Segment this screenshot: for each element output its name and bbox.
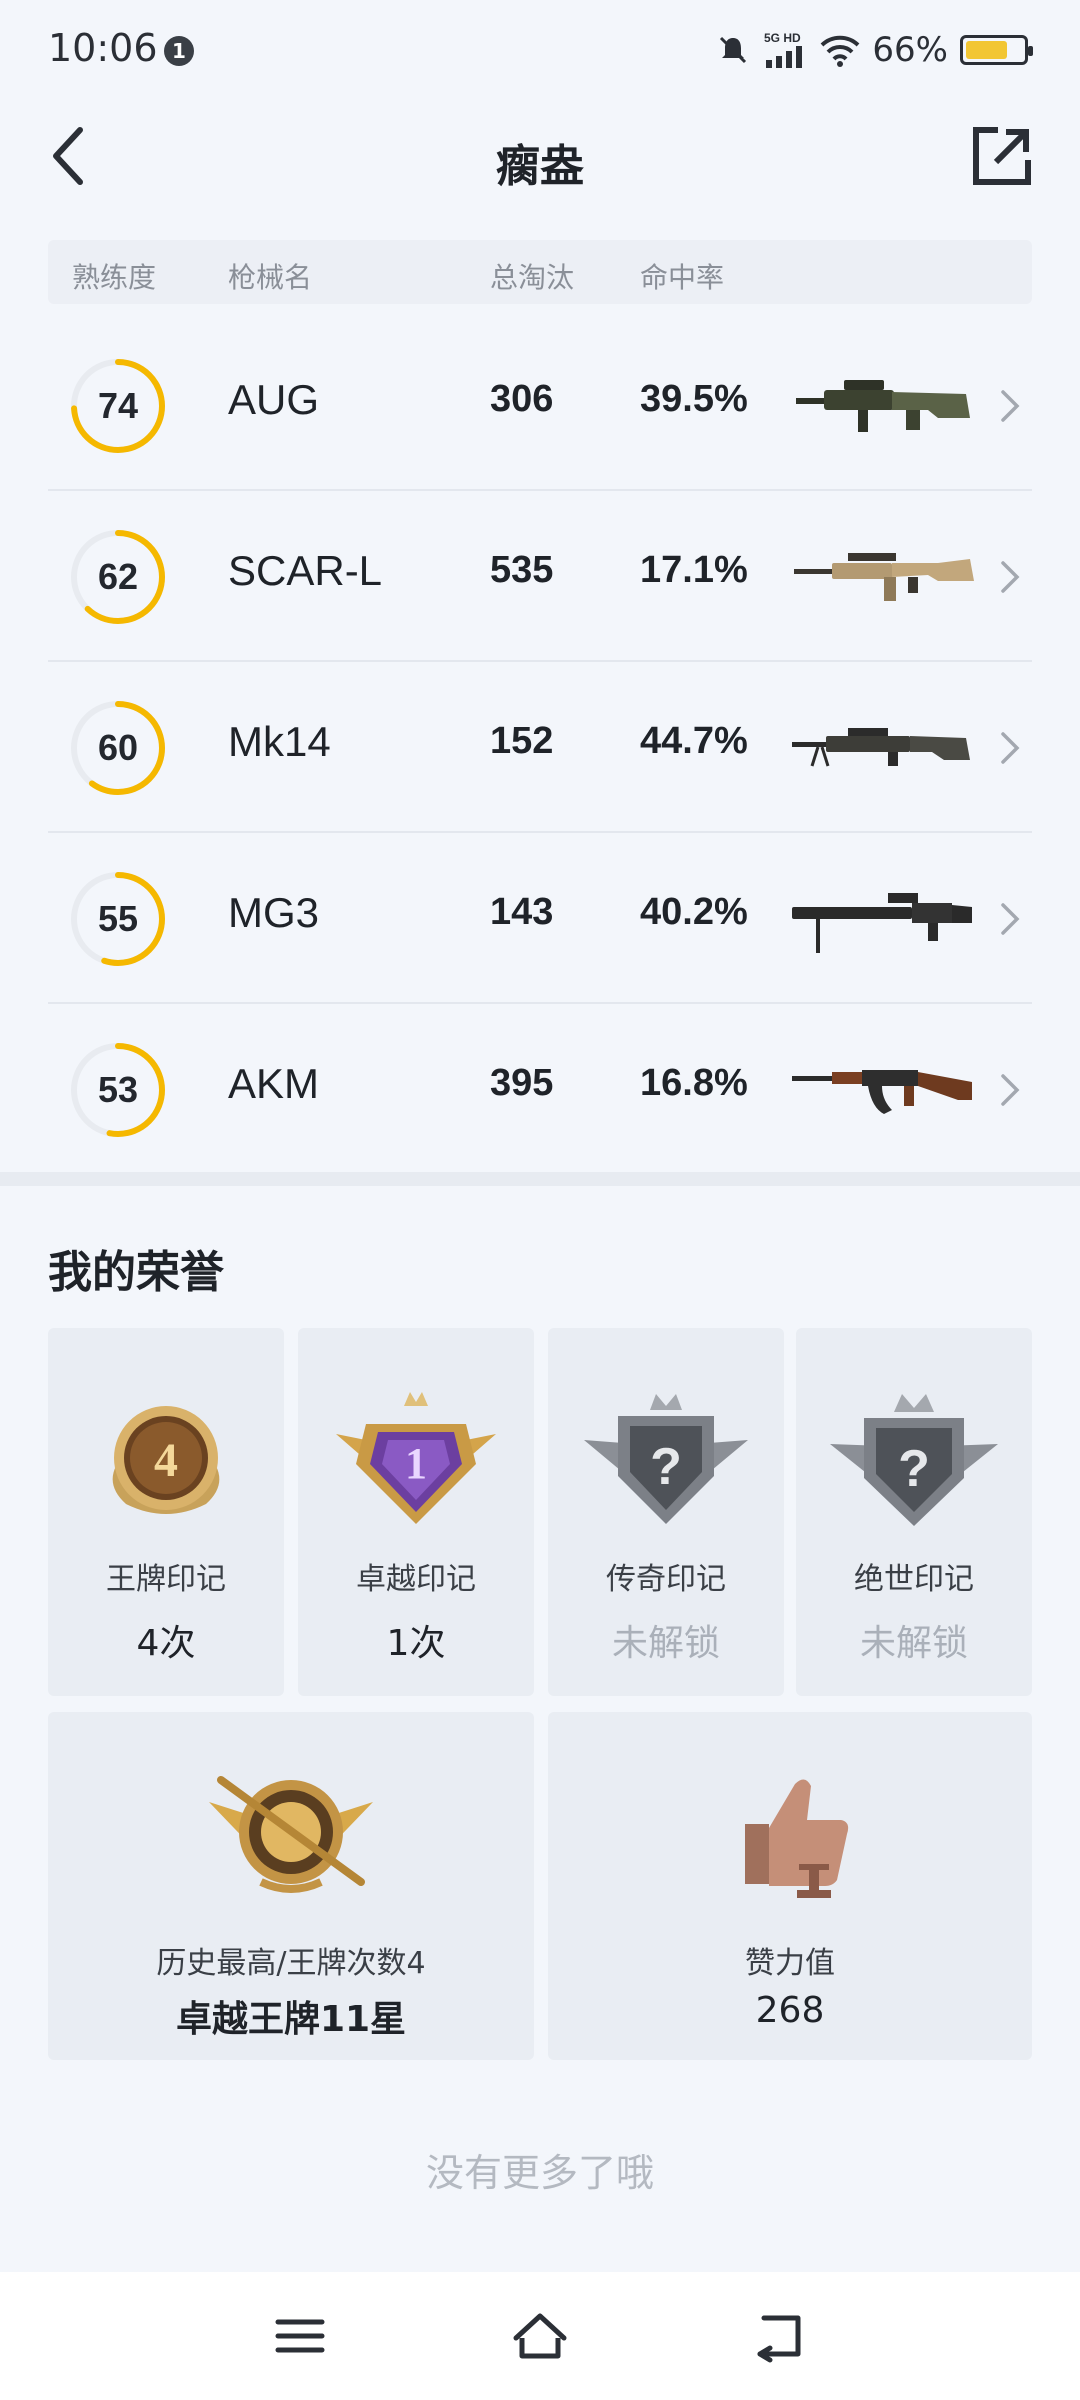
header: 瘸盎 <box>0 100 1080 212</box>
mk14-rifle-icon <box>792 728 970 767</box>
chevron-right-icon[interactable] <box>998 386 1022 426</box>
mg3-gun-icon <box>792 893 972 953</box>
menu-icon[interactable] <box>270 2308 330 2364</box>
ace-badge-icon: 4 <box>112 1406 220 1514</box>
unmatched-badge-icon: ? <box>830 1394 998 1526</box>
badge-card-legend[interactable]: ? 传奇印记 未解锁 <box>548 1328 784 1696</box>
system-nav-bar <box>0 2272 1080 2400</box>
weapon-kills: 306 <box>490 378 554 420</box>
home-icon[interactable] <box>510 2308 570 2364</box>
excellence-badge-icon: 1 <box>336 1392 496 1524</box>
status-bar: 10:06 1 5G HD 66% <box>0 0 1080 100</box>
weapon-name: Mk14 <box>228 718 331 765</box>
proficiency-value: 74 <box>97 385 139 426</box>
battery-fill <box>966 41 1007 59</box>
mute-bell-icon <box>720 36 747 64</box>
legend-badge-icon: ? <box>584 1394 748 1524</box>
status-icons: 5G HD 66% <box>716 28 1033 72</box>
likes-value: 268 <box>755 1990 825 2031</box>
badge-label: 绝世印记 <box>854 1562 974 1597</box>
wifi-icon <box>821 35 860 67</box>
section-divider <box>0 1172 1080 1186</box>
highest-tier-label: 历史最高/王牌次数4 <box>156 1946 426 1981</box>
highest-tier-card[interactable]: 历史最高/王牌次数4 卓越王牌11星 <box>48 1712 534 2060</box>
badge-value: 4次 <box>136 1623 196 1664</box>
weapon-kills: 143 <box>490 891 554 933</box>
weapon-row-akm[interactable]: 53 AKM 395 16.8% <box>48 1004 1032 1175</box>
scar-rifle-icon <box>794 553 974 601</box>
badge-value: 未解锁 <box>859 1623 968 1664</box>
proficiency-value: 60 <box>97 727 139 768</box>
battery-icon <box>960 35 1033 65</box>
page-title: 瘸盎 <box>496 141 584 192</box>
weapon-hit-rate: 40.2% <box>640 891 748 933</box>
share-icon[interactable] <box>968 122 1036 190</box>
header-weapon-name: 枪械名 <box>228 261 313 294</box>
weapon-row-aug[interactable]: 74 AUG 306 39.5% <box>48 320 1032 491</box>
chevron-right-icon[interactable] <box>998 1070 1022 1110</box>
proficiency-value: 53 <box>97 1069 139 1110</box>
weapon-name: AUG <box>228 376 320 423</box>
badge-value: 1次 <box>386 1623 446 1664</box>
weapon-row-scar-l[interactable]: 62 SCAR-L 535 17.1% <box>48 491 1032 662</box>
badge-value: 未解锁 <box>611 1623 720 1664</box>
proficiency-value: 62 <box>97 556 139 597</box>
badge-card-ace[interactable]: 4 王牌印记 4次 <box>48 1328 284 1696</box>
weapon-hit-rate: 16.8% <box>640 1062 748 1104</box>
badge-label: 传奇印记 <box>606 1562 726 1597</box>
notification-badge: 1 <box>164 36 194 66</box>
weapon-hit-rate: 39.5% <box>640 378 748 420</box>
proficiency-value: 55 <box>97 898 139 939</box>
badge-label: 王牌印记 <box>106 1562 226 1597</box>
weapon-row-mg3[interactable]: 55 MG3 143 40.2% <box>48 833 1032 1004</box>
likes-card[interactable]: 赞力值 268 <box>548 1712 1032 2060</box>
header-proficiency: 熟练度 <box>72 261 157 294</box>
rank-emblem-icon <box>209 1776 373 1893</box>
akm-rifle-icon <box>792 1070 972 1114</box>
weapon-hit-rate: 17.1% <box>640 549 748 591</box>
ace-badge-number: 4 <box>154 1434 178 1487</box>
weapon-row-mk14[interactable]: 60 Mk14 152 44.7% <box>48 662 1032 833</box>
badge-label: 卓越印记 <box>356 1562 476 1597</box>
battery-percent: 66% <box>872 30 948 70</box>
weapon-list: 74 AUG 306 39.5% 62 SCAR-L 535 17.1% 60 … <box>48 320 1032 1175</box>
weapon-table-header: 熟练度 枪械名 总淘汰 命中率 <box>48 240 1032 304</box>
weapon-kills: 535 <box>490 549 554 591</box>
header-hit-rate: 命中率 <box>640 261 725 294</box>
end-of-list-text: 没有更多了哦 <box>425 2151 654 2195</box>
badge-card-unmatched[interactable]: ? 绝世印记 未解锁 <box>796 1328 1032 1696</box>
excellence-badge-number: 1 <box>405 1439 427 1488</box>
weapon-name: AKM <box>228 1060 320 1107</box>
chevron-right-icon[interactable] <box>998 728 1022 768</box>
legend-badge-number: ? <box>650 1438 682 1496</box>
honors-title: 我的荣誉 <box>48 1247 224 1298</box>
aug-rifle-icon <box>796 380 970 432</box>
status-time: 10:06 <box>48 26 158 70</box>
weapon-hit-rate: 44.7% <box>640 720 748 762</box>
unmatched-badge-number: ? <box>898 1440 930 1498</box>
highest-tier-value: 卓越王牌11星 <box>175 1999 407 2040</box>
weapon-name: SCAR-L <box>228 547 383 594</box>
header-total-kills: 总淘汰 <box>490 261 575 294</box>
chevron-right-icon[interactable] <box>998 557 1022 597</box>
weapon-kills: 152 <box>490 720 554 762</box>
thumbs-up-icon <box>745 1779 849 1898</box>
svg-text:5G HD: 5G HD <box>764 31 801 45</box>
chevron-right-icon[interactable] <box>998 899 1022 939</box>
weapon-name: MG3 <box>228 889 320 936</box>
likes-label: 赞力值 <box>745 1946 835 1981</box>
back-nav-icon[interactable] <box>750 2308 810 2364</box>
badge-card-excellence[interactable]: 1 卓越印记 1次 <box>298 1328 534 1696</box>
signal-icon: 5G HD <box>764 31 803 68</box>
weapon-kills: 395 <box>490 1062 554 1104</box>
